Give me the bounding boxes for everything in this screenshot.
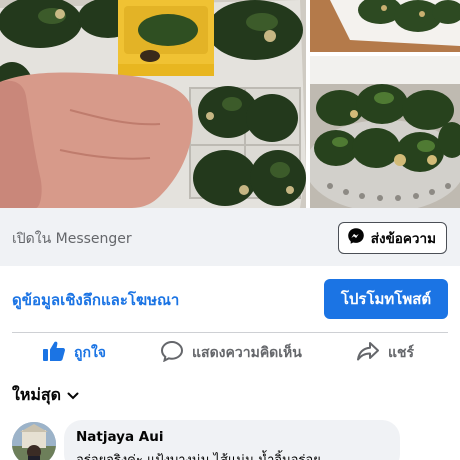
photo-collage bbox=[0, 0, 460, 208]
share-button[interactable]: แชร์ bbox=[356, 340, 414, 366]
avatar[interactable] bbox=[12, 422, 56, 460]
comment-icon bbox=[160, 340, 184, 366]
promotion-row: ดูข้อมูลเชิงลึกและโฆษณา โปรโมทโพสต์ bbox=[0, 266, 460, 332]
messenger-icon bbox=[347, 227, 365, 249]
promote-post-button[interactable]: โปรโมทโพสต์ bbox=[324, 279, 448, 319]
share-label: แชร์ bbox=[388, 345, 415, 361]
messenger-row: เปิดใน Messenger ส่งข้อความ bbox=[0, 208, 460, 266]
dumpling-tray-photo bbox=[0, 0, 306, 208]
thumbs-up-icon bbox=[42, 340, 66, 366]
comment-item: Natjaya Aui อร่อยจริงค่ะ แป้งบางนุ่ม ไส้… bbox=[12, 420, 460, 460]
post-photo-main[interactable] bbox=[0, 0, 306, 208]
post-actions-bar: ถูกใจ แสดงความคิดเห็น แชร์ bbox=[0, 333, 460, 373]
comment-sort-label: ใหม่สุด bbox=[12, 384, 62, 404]
insights-and-ads-link[interactable]: ดูข้อมูลเชิงลึกและโฆษณา bbox=[12, 288, 179, 312]
like-label: ถูกใจ bbox=[74, 345, 106, 361]
comment-author[interactable]: Natjaya Aui bbox=[76, 429, 388, 445]
share-icon bbox=[356, 340, 380, 366]
chevron-down-icon bbox=[67, 386, 79, 405]
send-message-label: ส่งข้อความ bbox=[370, 231, 436, 247]
comment-text: อร่อยจริงค่ะ แป้งบางนุ่ม ไส้แน่น น้ำจิ้ม… bbox=[76, 449, 388, 460]
comment-bubble: Natjaya Aui อร่อยจริงค่ะ แป้งบางนุ่ม ไส้… bbox=[64, 420, 400, 460]
post-photo-top-right[interactable] bbox=[310, 0, 460, 52]
dumpling-steamer-photo bbox=[310, 56, 460, 208]
dumpling-dish-photo bbox=[310, 0, 460, 52]
like-button[interactable]: ถูกใจ bbox=[42, 340, 106, 366]
post-photo-bottom-right[interactable] bbox=[310, 56, 460, 208]
send-message-button[interactable]: ส่งข้อความ bbox=[337, 222, 447, 254]
comment-sort-dropdown[interactable]: ใหม่สุด bbox=[12, 382, 79, 408]
comment-label: แสดงความคิดเห็น bbox=[192, 345, 302, 361]
open-in-messenger-text: เปิดใน Messenger bbox=[12, 231, 132, 247]
comment-button[interactable]: แสดงความคิดเห็น bbox=[160, 340, 302, 366]
